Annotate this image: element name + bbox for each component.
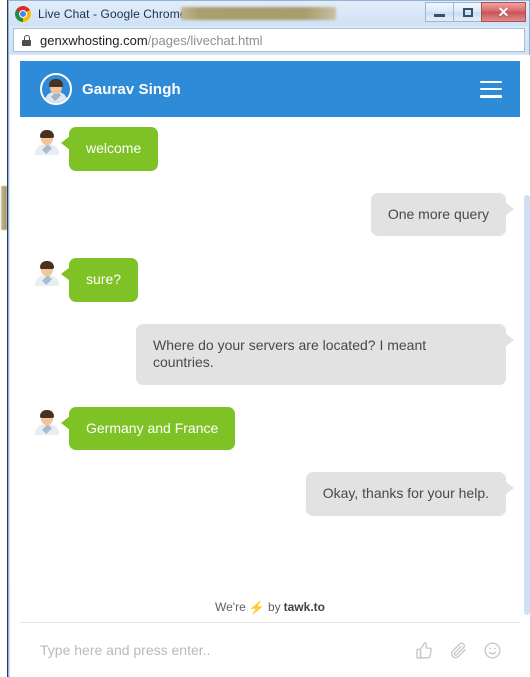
message-list[interactable]: welcome One more query sure? Where do your …: [20, 117, 520, 592]
message-row: sure?: [34, 258, 506, 302]
branding-prefix: We're: [215, 600, 246, 614]
thumbs-up-icon[interactable]: [415, 641, 434, 660]
agent-name: Gaurav Singh: [82, 80, 181, 98]
browser-window: Live Chat - Google Chrome ✕ genxwhosting…: [8, 0, 530, 677]
message-composer: [20, 622, 520, 677]
chat-header: Gaurav Singh: [20, 61, 520, 117]
window-controls: ✕: [425, 2, 526, 22]
message-bubble: welcome: [60, 127, 159, 171]
powered-by-branding: We're ⚡ by tawk.to: [20, 592, 520, 622]
url-text: genxwhosting.com/pages/livechat.html: [40, 33, 263, 48]
minimize-icon: [434, 14, 445, 17]
page-viewport: Gaurav Singh welcome One more query sure? W…: [10, 55, 530, 677]
browser-toolbar: genxwhosting.com/pages/livechat.html: [9, 26, 529, 54]
message-avatar: [34, 409, 60, 435]
hamburger-icon[interactable]: [480, 80, 502, 98]
browser-titlebar: Live Chat - Google Chrome ✕: [9, 1, 529, 26]
agent-avatar: [40, 73, 72, 105]
url-host: genxwhosting.com: [40, 32, 148, 48]
window-title: Live Chat - Google Chrome: [38, 6, 187, 21]
message-bubble: Germany and France: [60, 406, 236, 450]
message-input[interactable]: [38, 641, 405, 659]
lightning-bolt-icon: ⚡: [248, 599, 265, 615]
message-avatar: [34, 260, 60, 286]
paperclip-icon[interactable]: [449, 641, 468, 660]
message-bubble: Where do your servers are located? I mea…: [136, 323, 514, 385]
message-avatar: [34, 129, 60, 155]
message-bubble: One more query: [370, 192, 515, 236]
close-button[interactable]: ✕: [481, 2, 526, 22]
message-row: One more query: [34, 192, 515, 236]
emoji-smiley-icon[interactable]: [483, 641, 502, 660]
message-row: Where do your servers are located? I mea…: [34, 323, 514, 385]
maximize-icon: [462, 7, 473, 17]
title-redaction-bar: [181, 7, 336, 20]
close-icon: ✕: [497, 4, 510, 20]
background-window-sliver: [0, 0, 8, 677]
minimize-button[interactable]: [425, 2, 454, 22]
maximize-button[interactable]: [453, 2, 482, 22]
message-bubble: sure?: [60, 258, 139, 302]
branding-brand-name[interactable]: tawk.to: [284, 600, 325, 614]
message-row: Okay, thanks for your help.: [34, 472, 515, 516]
message-row: Germany and France: [34, 406, 506, 450]
address-bar[interactable]: genxwhosting.com/pages/livechat.html: [13, 28, 525, 52]
branding-middle: by: [267, 600, 281, 614]
message-bubble: Okay, thanks for your help.: [305, 472, 515, 516]
url-path: /pages/livechat.html: [147, 32, 263, 48]
composer-actions: [415, 641, 502, 660]
live-chat-widget: Gaurav Singh welcome One more query sure? W…: [20, 61, 520, 677]
page-scrollbar[interactable]: [524, 195, 530, 615]
lock-icon: [22, 34, 31, 46]
chrome-logo-icon: [15, 5, 31, 22]
message-row: welcome: [34, 127, 506, 171]
